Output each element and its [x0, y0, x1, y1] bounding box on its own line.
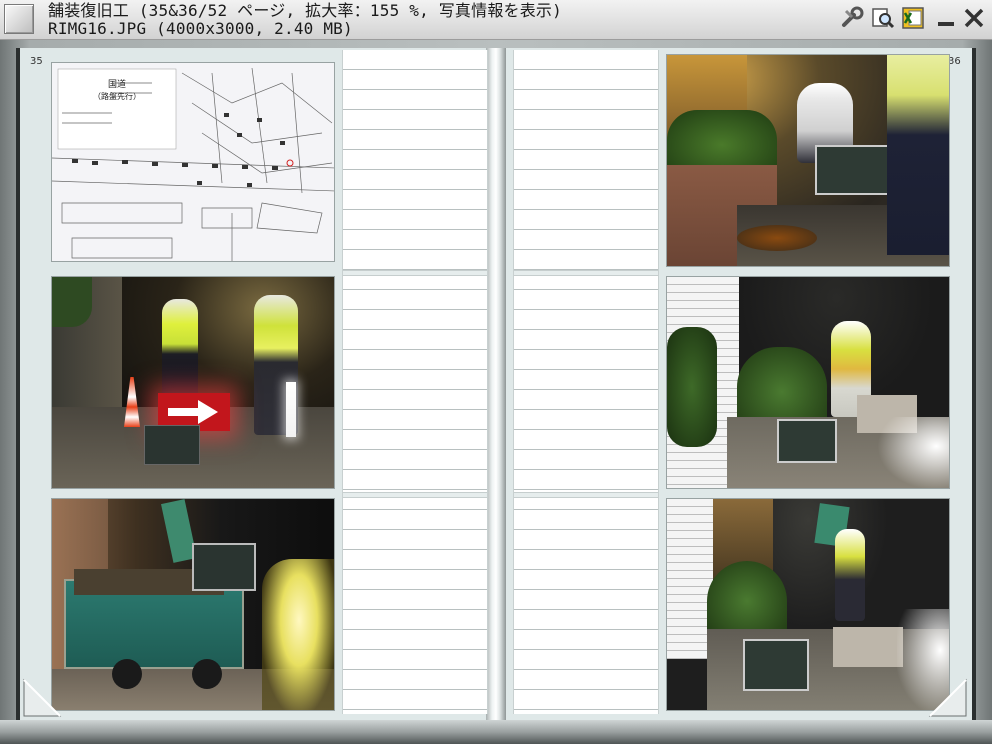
- map-subtitle: （路盤先行）: [93, 91, 141, 101]
- truck-wheel: [112, 659, 142, 689]
- map-drawing-photo[interactable]: 国道 （路盤先行）: [51, 62, 335, 262]
- light-baton: [286, 382, 296, 437]
- map-title: 国道: [108, 78, 126, 90]
- memo-separator: [343, 492, 487, 498]
- chalkboard: [743, 639, 809, 691]
- memo-column-right[interactable]: [513, 50, 659, 714]
- next-page-corner[interactable]: [926, 676, 970, 720]
- stacked-blocks-worker-photo[interactable]: [666, 498, 950, 711]
- page-curl-left-icon: [23, 678, 62, 717]
- memo-separator: [343, 270, 487, 276]
- memo-column-left[interactable]: [342, 50, 488, 714]
- magnifier-icon: [872, 8, 895, 29]
- worker-left: [162, 299, 198, 399]
- paving-stones-work-photo[interactable]: [666, 276, 950, 489]
- memo-lines: [514, 50, 658, 714]
- memo-separator: [514, 492, 658, 498]
- close-button[interactable]: [961, 4, 987, 32]
- memo-lines: [343, 50, 487, 714]
- chalkboard: [144, 425, 200, 465]
- bottom-rail: [0, 720, 992, 744]
- previous-page-corner[interactable]: [20, 676, 64, 720]
- window-title: 舗装復旧工 (35&36/52 ページ, 拡大率：155 %, 写真情報を表示): [48, 1, 562, 20]
- workers-excavation-photo[interactable]: [666, 54, 950, 267]
- worker: [835, 529, 865, 621]
- album-spine: [486, 48, 506, 720]
- stacked-paving-blocks: [833, 627, 903, 667]
- plant: [52, 277, 92, 327]
- traffic-cone: [124, 377, 140, 427]
- puddle: [737, 225, 817, 251]
- excel-button[interactable]: [900, 4, 926, 32]
- chalkboard: [777, 419, 837, 463]
- light-glare: [877, 417, 949, 488]
- worker-vest-glare: [262, 559, 334, 710]
- tools-icon: [842, 6, 864, 27]
- minimize-icon: [938, 22, 954, 26]
- title-bar: 舗装復旧工 (35&36/52 ページ, 拡大率：155 %, 写真情報を表示)…: [0, 0, 992, 40]
- worker-standing: [887, 55, 949, 255]
- night-workers-arrow-sign-photo[interactable]: [51, 276, 335, 489]
- chalkboard: [192, 543, 256, 591]
- page-curl-right-icon: [928, 678, 967, 717]
- street-map-drawing: 国道 （路盤先行）: [52, 63, 334, 261]
- chalkboard: [815, 145, 889, 195]
- memo-separator: [514, 270, 658, 276]
- photo-info: RIMG16.JPG (4000x3000, 2.40 MB): [48, 19, 353, 38]
- tools-button[interactable]: [840, 4, 866, 32]
- search-button[interactable]: [870, 4, 896, 32]
- dump-truck-photo[interactable]: [51, 498, 335, 711]
- minimize-button[interactable]: [933, 4, 959, 32]
- excel-icon: [902, 7, 924, 29]
- app-icon[interactable]: [4, 4, 34, 34]
- close-icon: [964, 8, 984, 28]
- truck-wheel: [192, 659, 222, 689]
- potted-plant: [667, 327, 717, 447]
- left-page-number: 35: [30, 56, 43, 67]
